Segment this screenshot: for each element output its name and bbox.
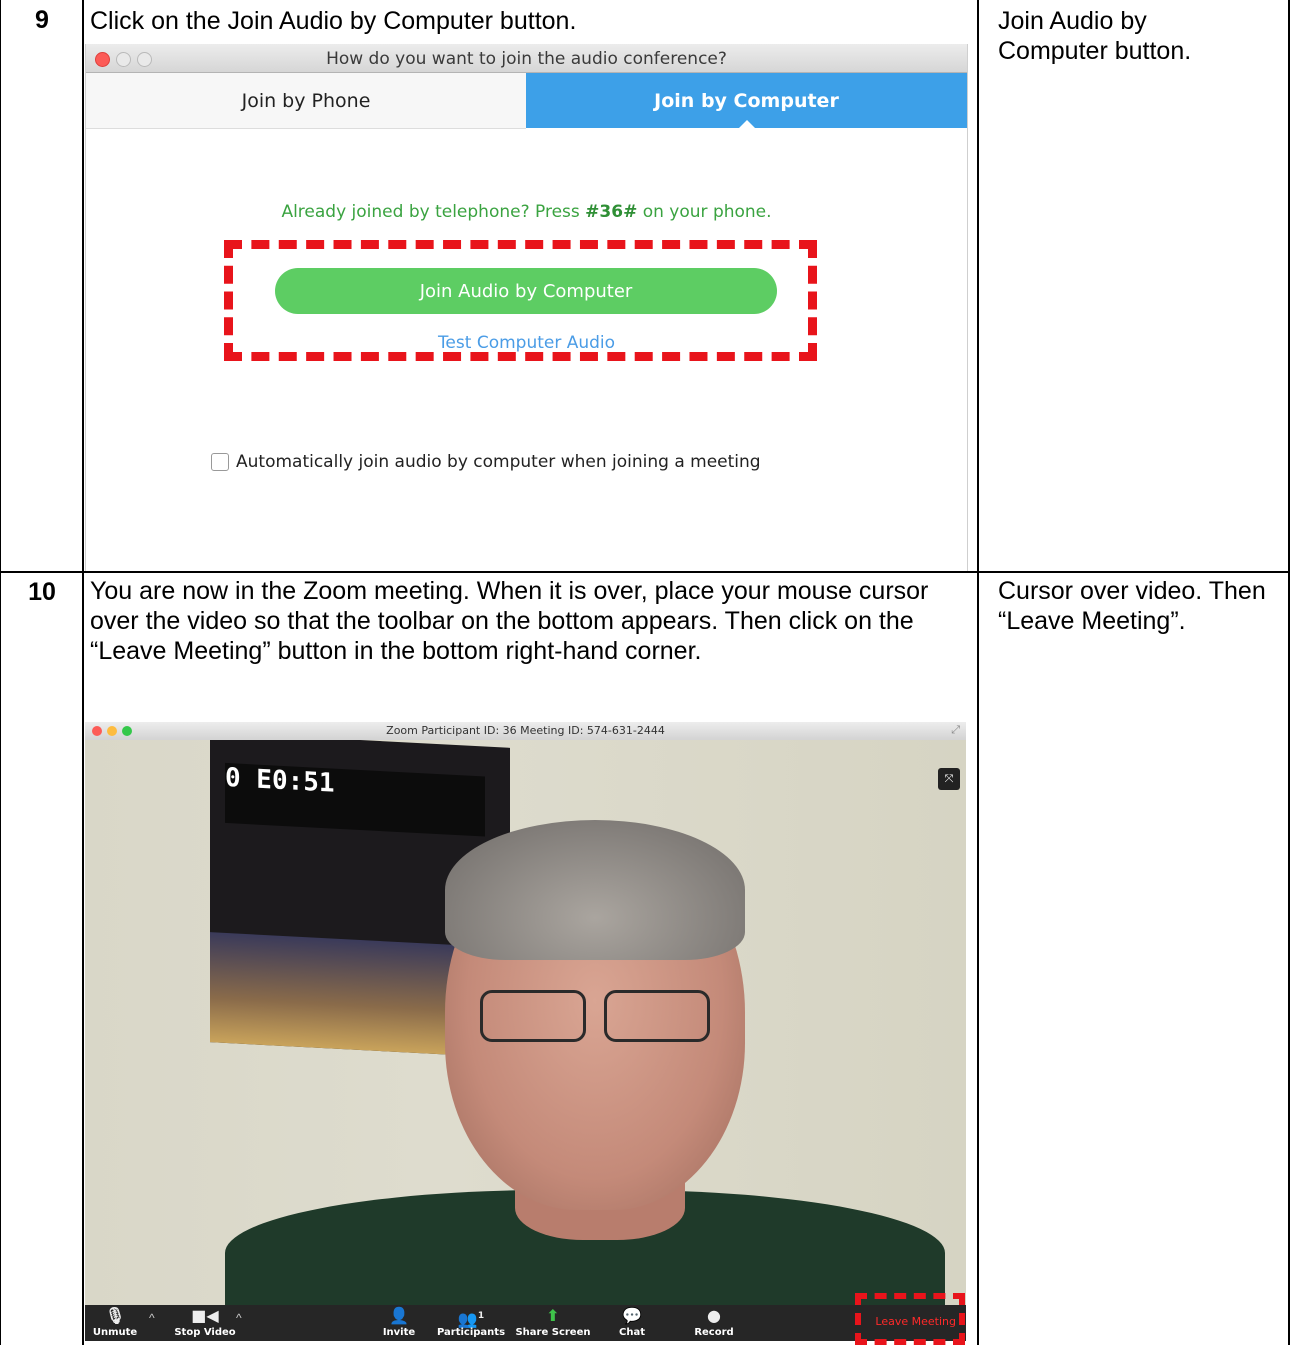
step-number: 10 [28, 578, 56, 606]
table-row-divider [0, 571, 1290, 573]
phone-hint-prefix: Already joined by telephone? Press [281, 202, 586, 222]
audio-options-caret-icon[interactable]: ^ [149, 1311, 155, 1325]
add-person-icon: 👤 [389, 1306, 409, 1325]
auto-join-option[interactable]: Automatically join audio by computer whe… [211, 452, 761, 472]
step-note: Cursor over video. Then “Leave Meeting”. [998, 577, 1266, 635]
video-options-caret-icon[interactable]: ^ [236, 1311, 242, 1325]
step-instruction: Click on the Join Audio by Computer butt… [90, 7, 577, 35]
table-right-border [1288, 0, 1290, 1345]
invite-button[interactable]: 👤 Invite [379, 1305, 419, 1341]
step-instruction: You are now in the Zoom meeting. When it… [90, 577, 929, 665]
participants-button[interactable]: 👥1 Participants [431, 1305, 511, 1341]
unmute-label: Unmute [92, 1327, 138, 1338]
auto-join-label: Automatically join audio by computer whe… [236, 452, 761, 472]
share-screen-button[interactable]: ⬆ Share Screen [515, 1305, 591, 1341]
zoom-meeting-window: Zoom Participant ID: 36 Meeting ID: 574-… [85, 722, 966, 1345]
table-col2-border [977, 0, 979, 1345]
person-hair-image [445, 820, 745, 960]
meeting-title: Zoom Participant ID: 36 Meeting ID: 574-… [386, 724, 665, 737]
meeting-toolbar: 🎙 Unmute ^ ■◀ Stop Video ^ 👤 Invite 👥1 P… [85, 1305, 966, 1341]
share-screen-label: Share Screen [515, 1327, 591, 1338]
share-screen-icon: ⬆ [546, 1306, 560, 1325]
record-icon: ● [707, 1306, 721, 1325]
dialog-titlebar: How do you want to join the audio confer… [86, 44, 967, 73]
video-camera-icon: ■◀ [191, 1306, 219, 1325]
chat-bubble-icon: 💬 [622, 1306, 642, 1325]
participants-label: Participants [436, 1327, 506, 1338]
record-button[interactable]: ● Record [689, 1305, 739, 1341]
invite-label: Invite [382, 1327, 416, 1338]
participants-icon: 👥1 [457, 1309, 485, 1329]
muted-microphone-icon: 🎙 [104, 1306, 126, 1325]
glasses-right-lens [604, 990, 710, 1042]
phone-join-hint: Already joined by telephone? Press #36# … [86, 202, 967, 222]
chat-label: Chat [619, 1327, 645, 1338]
chat-button[interactable]: 💬 Chat [612, 1305, 652, 1341]
meeting-titlebar: Zoom Participant ID: 36 Meeting ID: 574-… [85, 722, 966, 740]
join-button-highlight [224, 240, 817, 361]
expand-window-icon[interactable]: ⤢ [951, 724, 960, 737]
video-feed[interactable]: 0 E0:51 ⤧ [85, 740, 966, 1305]
scoreboard-image: 0 E0:51 [225, 762, 485, 837]
phone-code: #36# [585, 202, 638, 222]
stop-video-label: Stop Video [174, 1327, 236, 1338]
record-label: Record [694, 1327, 734, 1338]
tab-join-by-phone[interactable]: Join by Phone [86, 73, 526, 129]
fullscreen-icon[interactable]: ⤧ [938, 768, 960, 790]
unmute-button[interactable]: 🎙 Unmute [87, 1305, 143, 1341]
table-left-border [0, 0, 1, 1345]
step-note: Join Audio by Computer button. [998, 7, 1192, 65]
leave-button-highlight [855, 1293, 965, 1345]
selected-tab-indicator [738, 120, 756, 129]
person-glasses-image [480, 990, 710, 1042]
step-number: 9 [35, 6, 49, 34]
auto-join-checkbox[interactable] [211, 453, 229, 471]
table-col1-border [82, 0, 84, 1345]
participant-count: 1 [477, 1311, 485, 1321]
phone-hint-suffix: on your phone. [637, 202, 772, 222]
stop-video-button[interactable]: ■◀ Stop Video [163, 1305, 247, 1341]
dialog-title: How do you want to join the audio confer… [326, 49, 727, 69]
glasses-left-lens [480, 990, 586, 1042]
